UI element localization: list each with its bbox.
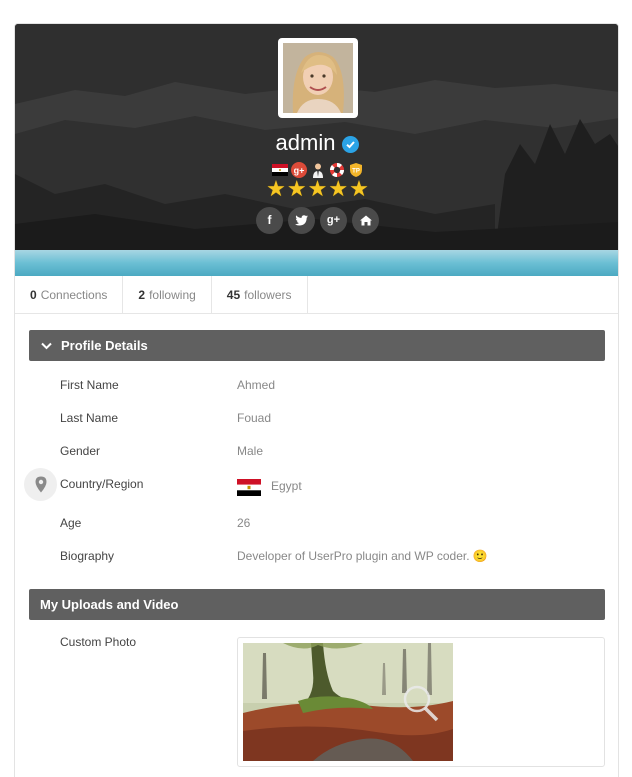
home-icon[interactable]: [352, 206, 379, 234]
followers-count: 45: [226, 288, 241, 302]
custom-photo-label: Custom Photo: [60, 635, 137, 649]
first-name-value: Ahmed: [237, 378, 276, 392]
uploads-section-title: My Uploads and Video: [40, 597, 179, 612]
last-name-value: Fouad: [237, 411, 272, 425]
egypt-flag-icon: [237, 479, 261, 496]
social-links: f g+: [15, 206, 618, 234]
age-value: 26: [237, 516, 251, 530]
custom-photo-image[interactable]: [243, 643, 453, 761]
avatar[interactable]: [278, 38, 358, 118]
stats-bar: 0 Connections 2 following 45 followers: [15, 276, 618, 314]
custom-photo-container: [237, 637, 605, 767]
first-name-label: First Name: [60, 378, 119, 392]
google-plus-icon[interactable]: g+: [320, 206, 347, 234]
uploads-section-header[interactable]: My Uploads and Video: [29, 589, 605, 620]
star-icon: ★: [328, 176, 349, 201]
star-icon: ★: [286, 176, 307, 201]
avatar-photo: [283, 43, 353, 113]
chevron-down-icon: [41, 342, 52, 350]
age-label: Age: [60, 516, 82, 530]
connections-label: Connections: [40, 288, 108, 302]
verified-check-icon: [342, 135, 360, 153]
connections-count: 0: [30, 288, 37, 302]
biography-label: Biography: [60, 549, 115, 563]
rating-stars: ★ ★ ★ ★ ★: [15, 176, 618, 201]
star-icon: ★: [307, 176, 328, 201]
svg-text:TP: TP: [352, 169, 360, 175]
profile-details-title: Profile Details: [61, 338, 148, 353]
star-icon: ★: [349, 176, 369, 201]
followers-link[interactable]: 45 followers: [212, 276, 308, 314]
location-pin-icon: [24, 468, 57, 501]
username: admin: [275, 130, 336, 155]
profile-card: admin g+ TP ★ ★ ★ ★ ★ f g+ 0 Connections…: [14, 23, 619, 777]
gender-label: Gender: [60, 444, 101, 458]
following-link[interactable]: 2 following: [123, 276, 212, 314]
biography-value: Developer of UserPro plugin and WP coder…: [237, 549, 488, 563]
cover-bottom-strip: [15, 250, 618, 276]
following-count: 2: [138, 288, 146, 302]
star-icon: ★: [266, 176, 286, 201]
followers-label: followers: [244, 288, 292, 302]
gender-value: Male: [237, 444, 264, 458]
profile-details-header[interactable]: Profile Details: [29, 330, 605, 361]
country-region-value: Egypt: [271, 479, 302, 493]
country-region-label: Country/Region: [60, 477, 144, 491]
connections-link[interactable]: 0 Connections: [15, 276, 124, 314]
following-label: following: [149, 288, 196, 302]
cover-photo: admin g+ TP ★ ★ ★ ★ ★ f g+: [15, 24, 618, 250]
twitter-icon[interactable]: [288, 206, 315, 234]
username-row: admin: [15, 128, 618, 158]
last-name-label: Last Name: [60, 411, 119, 425]
svg-text:g+: g+: [293, 166, 304, 176]
facebook-icon[interactable]: f: [256, 206, 283, 234]
